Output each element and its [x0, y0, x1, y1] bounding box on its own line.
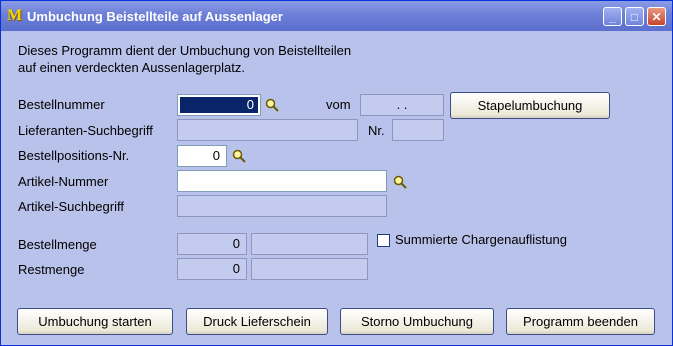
summierte-chargenauflistung-label: Summierte Chargenauflistung	[395, 232, 567, 247]
close-button[interactable]: ✕	[647, 7, 666, 26]
artikel-nummer-label: Artikel-Nummer	[18, 174, 109, 189]
restmenge-label: Restmenge	[18, 262, 85, 277]
bestellnummer-label: Bestellnummer	[18, 97, 105, 112]
maximize-icon: □	[630, 9, 639, 24]
lieferanten-suchbegriff-field	[177, 119, 358, 141]
search-bestellnummer-icon[interactable]	[265, 98, 279, 112]
form-area: Dieses Programm dient der Umbuchung von …	[4, 31, 669, 344]
artikel-suchbegriff-label: Artikel-Suchbegriff	[18, 199, 124, 214]
intro-text: Dieses Programm dient der Umbuchung von …	[18, 42, 351, 76]
bestellnummer-value: 0	[180, 97, 258, 113]
druck-lieferschein-button[interactable]: Druck Lieferschein	[186, 308, 328, 335]
bestellpositions-nr-input[interactable]: 0	[177, 145, 227, 167]
intro-line-1: Dieses Programm dient der Umbuchung von …	[18, 43, 352, 58]
artikel-nummer-input[interactable]	[177, 170, 387, 192]
window-title: Umbuchung Beistellteile auf Aussenlager	[27, 9, 283, 24]
bestellmenge-unit	[251, 233, 368, 255]
minimize-icon: _	[609, 9, 616, 24]
restmenge-unit	[251, 258, 368, 280]
close-icon: ✕	[651, 9, 662, 24]
programm-beenden-button[interactable]: Programm beenden	[506, 308, 655, 335]
minimize-button[interactable]: _	[603, 7, 622, 26]
restmenge-value: 0	[177, 258, 247, 280]
stapelumbuchung-button[interactable]: Stapelumbuchung	[450, 92, 610, 119]
intro-line-2: auf einen verdeckten Aussenlagerplatz.	[18, 60, 245, 75]
vom-date-field: . .	[360, 94, 444, 116]
lieferanten-nr-field	[392, 119, 444, 141]
maximize-button[interactable]: □	[625, 7, 644, 26]
bestellpositions-nr-label: Bestellpositions-Nr.	[18, 148, 130, 163]
main-window: M Umbuchung Beistellteile auf Aussenlage…	[0, 0, 673, 346]
vom-label: vom	[326, 97, 351, 112]
search-bestellposition-icon[interactable]	[232, 149, 246, 163]
bestellmenge-label: Bestellmenge	[18, 237, 97, 252]
app-logo-icon: M	[7, 7, 23, 24]
artikel-suchbegriff-field	[177, 195, 387, 217]
umbuchung-starten-button[interactable]: Umbuchung starten	[17, 308, 173, 335]
title-bar[interactable]: M Umbuchung Beistellteile auf Aussenlage…	[1, 1, 672, 31]
nr-label: Nr.	[368, 123, 385, 138]
bestellmenge-value: 0	[177, 233, 247, 255]
summierte-chargenauflistung-checkbox[interactable]	[377, 234, 390, 247]
storno-umbuchung-button[interactable]: Storno Umbuchung	[340, 308, 494, 335]
search-artikel-icon[interactable]	[393, 175, 407, 189]
lieferanten-suchbegriff-label: Lieferanten-Suchbegriff	[18, 123, 153, 138]
bestellnummer-input[interactable]: 0	[177, 94, 261, 116]
